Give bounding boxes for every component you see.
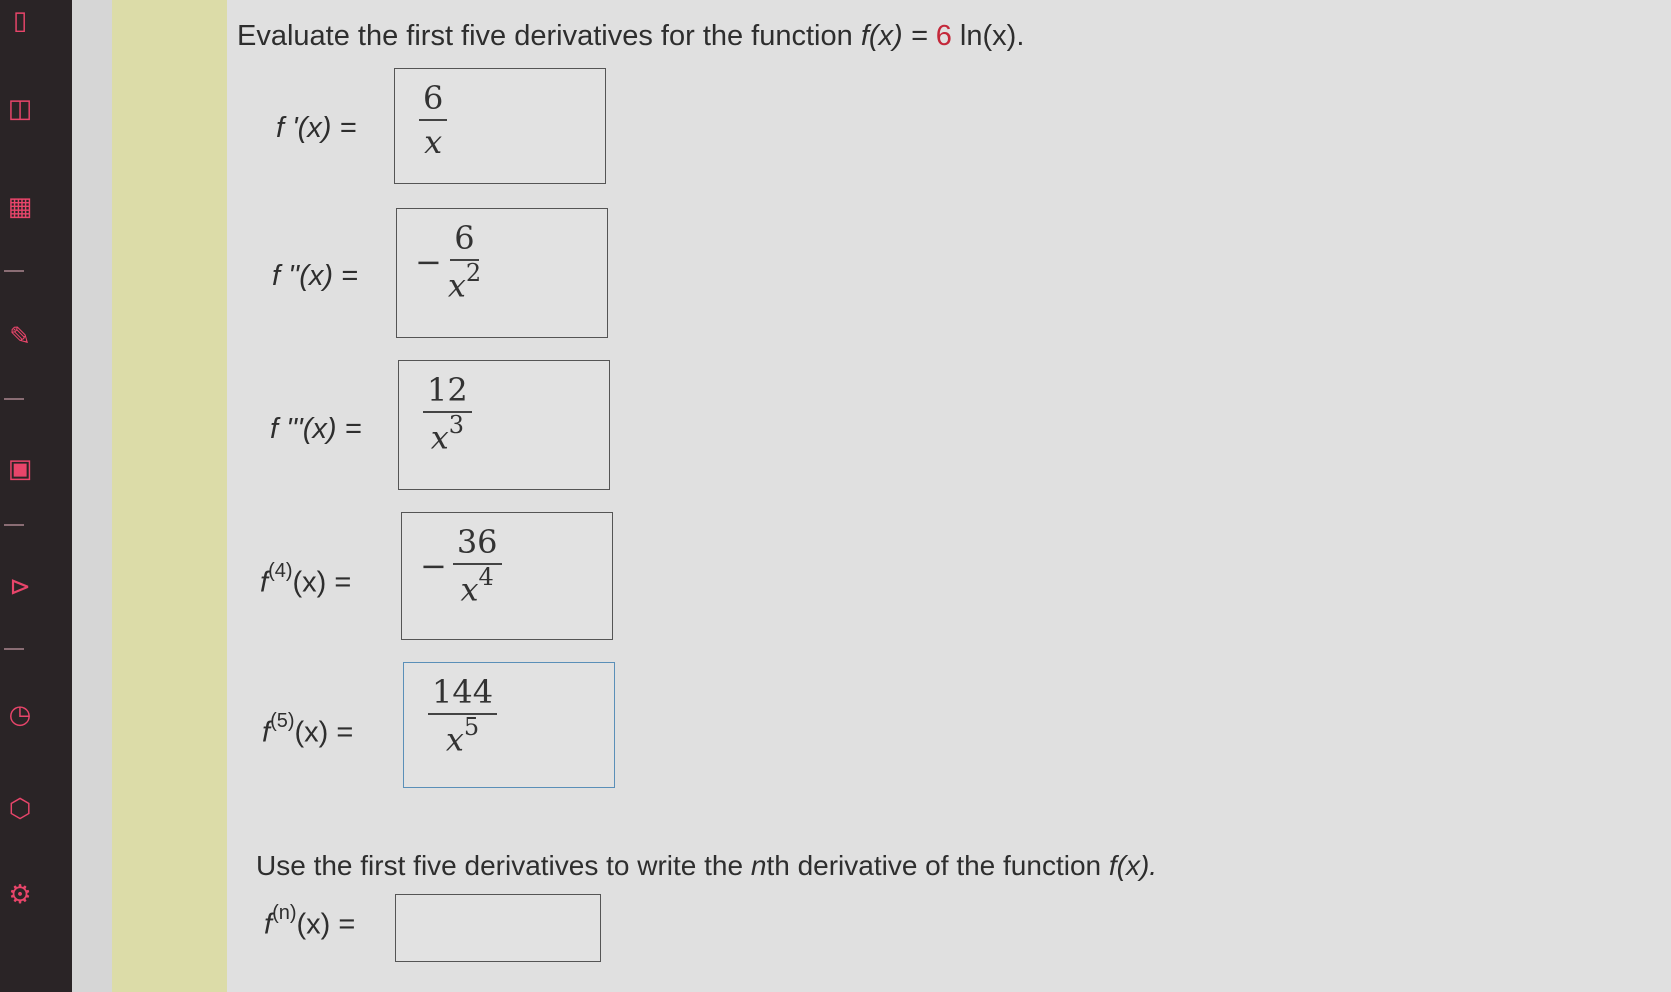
derivative-1-answer[interactable]: 6 x (394, 68, 606, 184)
denominator: x (424, 121, 442, 161)
derivative-2-label: f ''(x) = (272, 260, 358, 293)
fraction: − 36 x4 (420, 523, 502, 609)
label-base: f (260, 566, 269, 599)
divider (4, 648, 24, 650)
denominator: x5 (445, 713, 480, 759)
exponent: 2 (465, 259, 482, 287)
divider (4, 270, 24, 272)
prompt-prefix: Use the first five derivatives to write … (256, 850, 751, 881)
left-toolbar: ▯ ◫ ▦ ✎ ▣ ⊳ ◷ ⬡ ⚙ (0, 0, 72, 992)
label-order: (n) (272, 902, 297, 924)
highlight-strip (112, 0, 227, 992)
nth-derivative-label: f(n)(x) = (264, 902, 356, 942)
derivative-5-label: f(5)(x) = (262, 710, 354, 750)
label-text: f '''(x) = (270, 413, 362, 445)
derivative-1-label: f '(x) = (276, 112, 356, 145)
nth-derivative-input[interactable] (395, 894, 601, 962)
calculator-icon[interactable]: ▦ (0, 186, 40, 226)
document-icon[interactable]: ▯ (0, 0, 40, 40)
divider (4, 398, 24, 400)
denominator: x4 (460, 563, 494, 609)
label-tail: (x) = (292, 566, 352, 599)
nth-derivative-prompt: Use the first five derivatives to write … (256, 850, 1157, 882)
derivative-4-label: f(4)(x) = (260, 560, 352, 600)
label-tail: (x) = (296, 908, 356, 941)
denominator: x2 (447, 259, 482, 305)
question-prefix: Evaluate the first five derivatives for … (237, 20, 861, 52)
label-base: f (264, 908, 273, 941)
bookmark-icon[interactable]: ◫ (0, 88, 40, 128)
fraction: 12 x3 (423, 371, 472, 457)
label-order: (4) (268, 560, 293, 582)
exponent: 3 (448, 411, 465, 439)
exponent: 5 (463, 713, 480, 741)
fraction: − 6 x2 (415, 219, 481, 305)
function-tail: ln(x). (951, 20, 1025, 52)
pin-icon[interactable]: ✎ (0, 316, 40, 356)
numerator: 144 (428, 673, 498, 715)
divider (4, 524, 24, 526)
denominator: x3 (430, 411, 465, 457)
label-text: f '(x) = (276, 112, 357, 144)
variable: x (460, 570, 479, 609)
minus-sign: − (420, 546, 447, 585)
derivative-5-answer[interactable]: 144 x5 (403, 662, 615, 788)
function-coefficient: 6 (935, 20, 952, 52)
label-base: f (262, 716, 271, 749)
minus-sign: − (415, 242, 442, 281)
label-tail: (x) = (294, 716, 354, 749)
numerator: 36 (452, 523, 502, 565)
variable: x (424, 123, 443, 161)
numerator: 6 (450, 219, 479, 261)
margin-strip (72, 0, 112, 992)
cube-icon[interactable]: ⬡ (0, 788, 40, 828)
numerator: 12 (423, 371, 472, 413)
prompt-mid: th derivative of the function (766, 850, 1109, 881)
gear-icon[interactable]: ⚙ (0, 874, 40, 914)
play-icon[interactable]: ⊳ (0, 566, 40, 606)
variable: x (445, 720, 464, 759)
variable: x (430, 418, 449, 457)
label-text: f ''(x) = (272, 260, 358, 292)
question-text: Evaluate the first five derivatives for … (237, 20, 1024, 53)
clock-icon[interactable]: ◷ (0, 694, 40, 734)
prompt-function: f(x). (1108, 850, 1158, 881)
derivative-2-answer[interactable]: − 6 x2 (396, 208, 608, 338)
fraction: 6 x (419, 79, 448, 161)
derivative-4-answer[interactable]: − 36 x4 (401, 512, 613, 640)
variable: x (447, 266, 466, 305)
chat-icon[interactable]: ▣ (0, 448, 40, 488)
prompt-n: n (750, 850, 767, 881)
exponent: 4 (478, 563, 494, 591)
label-order: (5) (270, 710, 295, 732)
numerator: 6 (419, 79, 448, 121)
derivative-3-answer[interactable]: 12 x3 (398, 360, 610, 490)
fraction: 144 x5 (428, 673, 498, 759)
function-lhs: f(x) = (860, 20, 936, 52)
derivative-3-label: f '''(x) = (270, 413, 362, 446)
